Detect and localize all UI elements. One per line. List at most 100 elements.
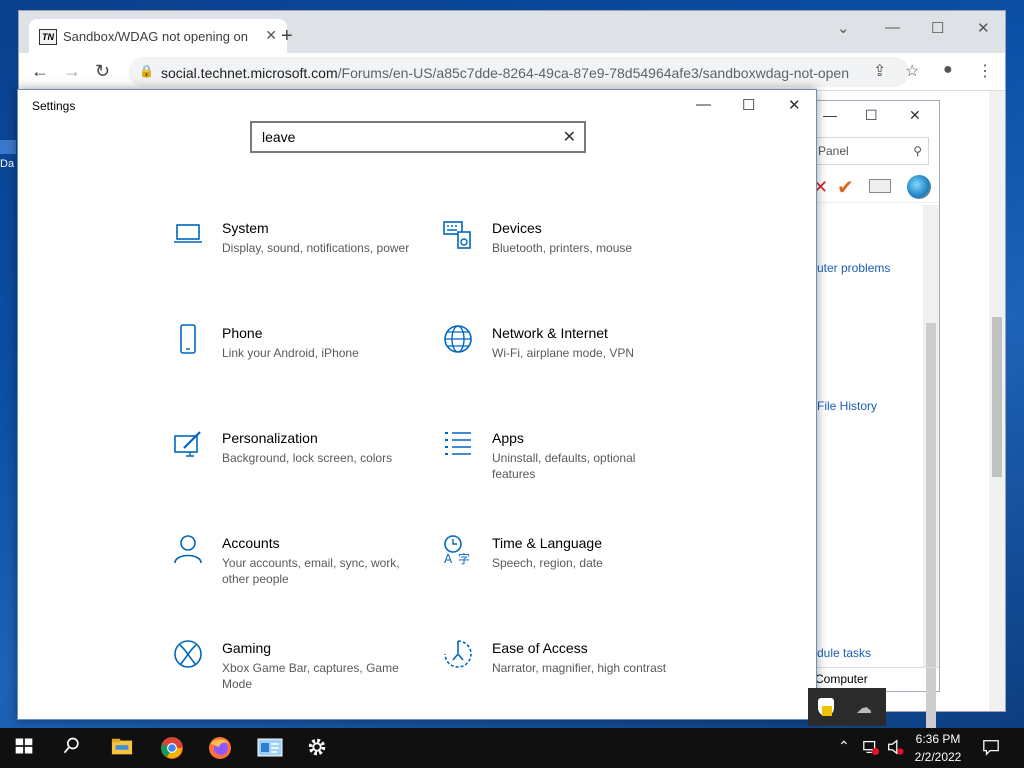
settings-gear-icon[interactable] <box>306 736 330 760</box>
person-icon <box>172 533 208 569</box>
volume-muted-icon[interactable] <box>886 738 910 762</box>
forward-arrow-icon[interactable]: → <box>63 61 81 82</box>
chrome-icon[interactable] <box>160 736 184 760</box>
notification-center-icon[interactable] <box>982 738 1006 762</box>
category-name: Gaming <box>222 640 272 656</box>
xbox-icon <box>172 638 208 674</box>
settings-search-input[interactable]: leave ✕ <box>250 121 586 153</box>
settings-close-button[interactable]: ✕ <box>788 96 801 114</box>
category-time-language[interactable]: A字 Time & Language Speech, region, date <box>442 533 692 603</box>
category-apps[interactable]: Apps Uninstall, defaults, optional featu… <box>442 428 692 498</box>
cp-close-button[interactable]: ✕ <box>909 107 921 124</box>
tab-close-icon[interactable]: ✕ <box>265 27 277 44</box>
category-name: Network & Internet <box>492 325 608 341</box>
clear-search-icon[interactable]: ✕ <box>563 127 576 147</box>
show-hidden-icons-chevron-icon[interactable]: ⌃ <box>838 738 862 762</box>
browser-tab[interactable]: TN Sandbox/WDAG not opening on ✕ <box>29 19 287 53</box>
tab-strip: TN Sandbox/WDAG not opening on ✕ + ⌄ — ☐… <box>19 11 1005 53</box>
globe-shell-icon[interactable] <box>907 175 931 199</box>
tab-title: Sandbox/WDAG not opening on <box>63 29 249 44</box>
svg-text:字: 字 <box>458 551 470 565</box>
settings-minimize-button[interactable]: — <box>696 96 711 113</box>
category-personalization[interactable]: Personalization Background, lock screen,… <box>172 428 422 498</box>
browser-minimize-button[interactable]: — <box>885 19 900 36</box>
control-panel-icon[interactable] <box>256 736 284 760</box>
category-desc: Bluetooth, printers, mouse <box>492 241 633 255</box>
back-arrow-icon[interactable]: ← <box>31 61 49 82</box>
warning-badge-icon <box>822 706 832 716</box>
category-desc: Wi-Fi, airplane mode, VPN <box>492 346 635 360</box>
category-ease-of-access[interactable]: Ease of Access Narrator, magnifier, high… <box>442 638 692 708</box>
category-network[interactable]: Network & Internet Wi-Fi, airplane mode,… <box>442 323 692 393</box>
paintbrush-icon <box>172 428 208 464</box>
category-name: Time & Language <box>492 535 602 551</box>
cp-footer-label: Computer <box>815 672 868 686</box>
time-language-icon: A字 <box>442 533 478 569</box>
cp-link-schedule-tasks[interactable]: dule tasks <box>817 646 871 660</box>
desktop-icon-fragment[interactable] <box>0 140 16 154</box>
category-name: Personalization <box>222 430 318 446</box>
lock-icon: 🔒 <box>139 64 154 78</box>
address-bar[interactable]: 🔒 social.technet.microsoft.com/Forums/en… <box>129 57 909 87</box>
clock-date[interactable]: 2/2/2022 <box>910 750 966 764</box>
file-explorer-icon[interactable] <box>110 736 134 760</box>
settings-maximize-button[interactable]: ☐ <box>742 96 755 114</box>
category-name: Accounts <box>222 535 280 551</box>
clock-time[interactable]: 6:36 PM <box>910 732 966 746</box>
reload-icon[interactable]: ↻ <box>95 61 110 82</box>
firefox-icon[interactable] <box>208 736 232 760</box>
browser-toolbar: ← → ↻ 🔒 social.technet.microsoft.com/For… <box>19 53 1005 91</box>
tray-overflow-popup: ☁ <box>808 688 886 726</box>
onedrive-offline-icon[interactable]: ☁ <box>856 698 872 718</box>
settings-title: Settings <box>32 99 76 113</box>
settings-window: Settings — ☐ ✕ leave ✕ System Display, s… <box>17 89 817 720</box>
new-tab-button[interactable]: + <box>281 25 293 48</box>
phone-icon <box>172 323 208 359</box>
start-icon[interactable] <box>14 736 38 760</box>
search-icon[interactable] <box>62 736 86 760</box>
category-name: System <box>222 220 269 236</box>
url-path: /Forums/en-US/a85c7dde-8264-49ca-87e9-78… <box>337 65 849 81</box>
page-scroll-thumb[interactable] <box>992 317 1002 477</box>
taskbar: ⌃ 6:36 PM 2/2/2022 <box>0 728 1024 768</box>
control-panel-toolbar: ✕ ✔ <box>801 173 939 203</box>
laptop-icon <box>172 218 208 254</box>
share-icon[interactable]: ⇪ <box>873 61 886 81</box>
cp-scrollbar[interactable] <box>923 205 939 743</box>
category-name: Devices <box>492 220 542 236</box>
browser-close-button[interactable]: ✕ <box>977 19 990 37</box>
keyboard-icon[interactable] <box>869 179 891 193</box>
browser-maximize-button[interactable]: ☐ <box>931 19 944 37</box>
profile-avatar-icon[interactable]: ● <box>943 61 953 79</box>
control-panel-window: — ☐ ✕ Panel ⚲ ✕ ✔ uter problems File His… <box>800 100 940 743</box>
desktop-icon-label: Da <box>0 158 15 170</box>
category-system[interactable]: System Display, sound, notifications, po… <box>172 218 422 288</box>
control-panel-search[interactable]: Panel ⚲ <box>811 137 929 165</box>
checkmark-icon[interactable]: ✔ <box>837 175 854 200</box>
category-devices[interactable]: Devices Bluetooth, printers, mouse <box>442 218 692 288</box>
cp-minimize-button[interactable]: — <box>823 107 837 123</box>
url-text: social.technet.microsoft.com/Forums/en-U… <box>161 65 861 81</box>
category-accounts[interactable]: Accounts Your accounts, email, sync, wor… <box>172 533 422 603</box>
category-desc: Uninstall, defaults, optional features <box>492 451 636 481</box>
tab-search-icon[interactable]: ⌄ <box>837 19 850 37</box>
technet-favicon-icon: TN <box>39 29 57 45</box>
page-scrollbar[interactable] <box>989 91 1005 711</box>
browser-menu-icon[interactable]: ⋮ <box>977 61 993 81</box>
bookmark-star-icon[interactable]: ☆ <box>905 61 919 81</box>
cp-maximize-button[interactable]: ☐ <box>865 107 878 124</box>
category-phone[interactable]: Phone Link your Android, iPhone <box>172 323 422 393</box>
cp-link-troubleshoot[interactable]: uter problems <box>817 261 890 275</box>
category-desc: Xbox Game Bar, captures, Game Mode <box>222 661 399 691</box>
search-icon: ⚲ <box>913 144 922 158</box>
cp-link-file-history[interactable]: File History <box>817 399 877 413</box>
category-desc: Narrator, magnifier, high contrast <box>492 661 667 675</box>
category-desc: Your accounts, email, sync, work, other … <box>222 556 400 586</box>
keyboard-speaker-icon <box>442 218 478 254</box>
control-panel-titlebar: — ☐ ✕ <box>801 101 939 131</box>
category-name: Phone <box>222 325 263 341</box>
category-gaming[interactable]: Gaming Xbox Game Bar, captures, Game Mod… <box>172 638 422 708</box>
network-disconnected-icon[interactable] <box>862 738 886 762</box>
category-desc: Background, lock screen, colors <box>222 451 393 465</box>
category-name: Ease of Access <box>492 640 588 656</box>
